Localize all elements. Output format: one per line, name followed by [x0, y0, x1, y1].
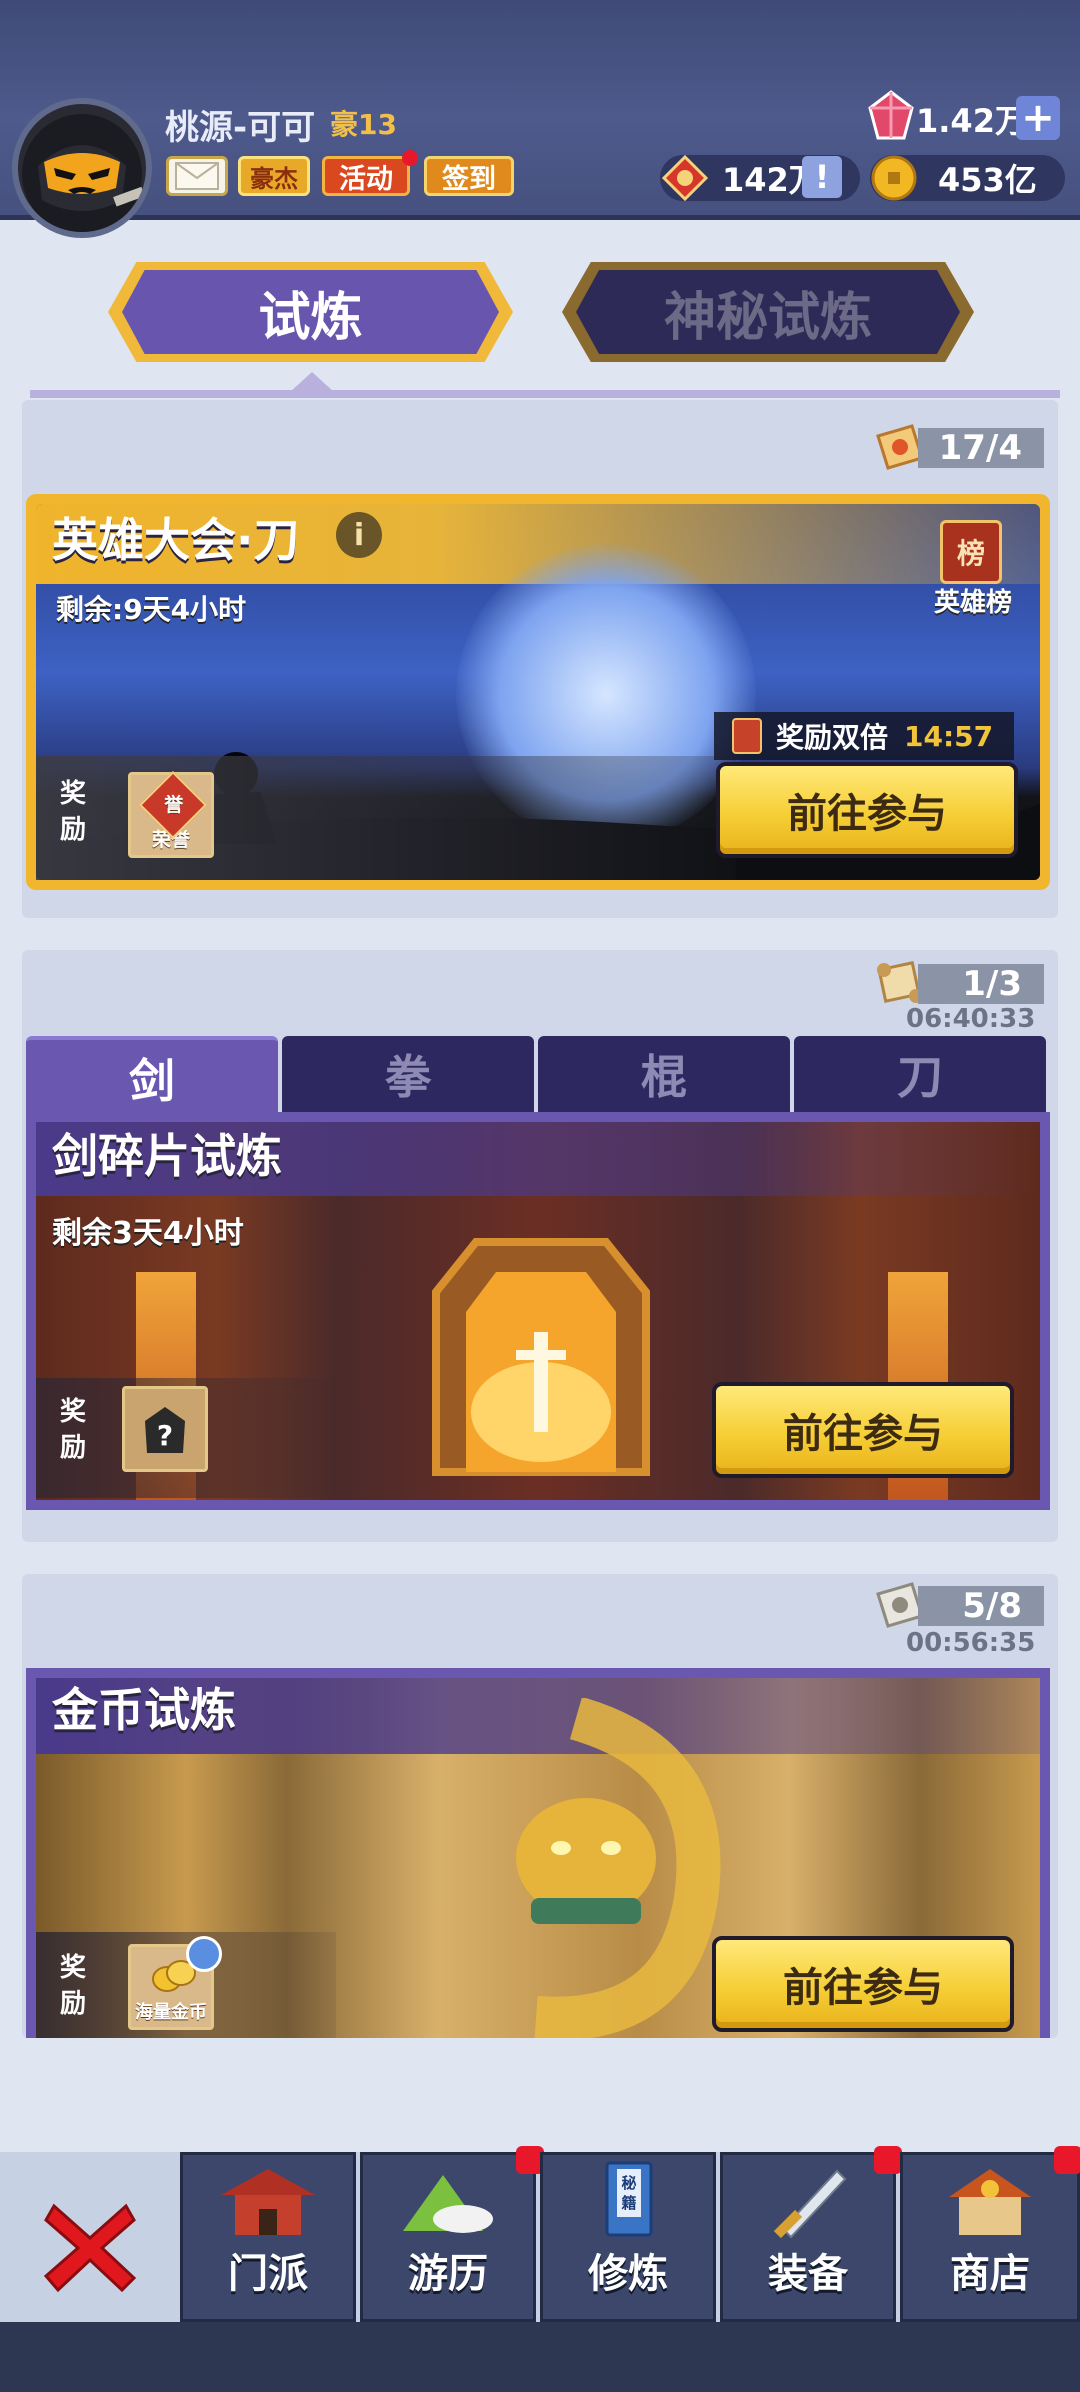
- honor-reward-item[interactable]: 誉 荣誉: [128, 771, 214, 858]
- coin-currency: 453亿: [870, 155, 1065, 201]
- bottom-nav-base: [0, 2322, 1080, 2392]
- info-button[interactable]: i: [336, 512, 382, 558]
- nav-sect[interactable]: 门派: [180, 2152, 356, 2322]
- coin-trial-timer: 00:56:35: [906, 1628, 1036, 1658]
- tab-fist[interactable]: 拳: [282, 1036, 534, 1112]
- mystery-fragment-icon: ?: [145, 1407, 185, 1453]
- honor-item-badge: 誉: [164, 794, 184, 817]
- hero-event-title: 英雄大会·刀: [52, 513, 300, 567]
- hero-button[interactable]: 豪杰: [238, 156, 310, 196]
- mystery-fragment-mark: ?: [157, 1419, 173, 1452]
- vip-level-badge: 豪13: [330, 108, 397, 141]
- nav-travel[interactable]: 游历: [360, 2152, 536, 2322]
- mountain-icon: [403, 2175, 493, 2233]
- double-reward-label: 奖励双倍: [776, 721, 889, 754]
- plus-icon: +: [1021, 95, 1055, 141]
- leaderboard-badge: 榜: [956, 537, 985, 570]
- mail-button[interactable]: [166, 156, 228, 196]
- honor-info-button[interactable]: !: [802, 156, 842, 198]
- fragment-trial-go-button[interactable]: 前往参与: [712, 1382, 1014, 1478]
- leaderboard-label: 英雄榜: [934, 588, 1013, 618]
- tab-underline: [30, 390, 1060, 398]
- nav-equipment-notification-dot: [874, 2146, 902, 2174]
- nav-shop-notification-dot: [1054, 2146, 1080, 2174]
- nav-cultivate-label: 修炼: [588, 2251, 668, 2297]
- hero-event-counter: 17/4: [918, 428, 1044, 468]
- coin-trial-counter-value: 5/8: [962, 1586, 1022, 1626]
- double-reward-timer: 14:57: [904, 719, 994, 753]
- gem-icon: [868, 90, 914, 146]
- active-tab-pointer: [290, 372, 334, 392]
- event-notification-dot: [402, 150, 418, 166]
- tab-blade[interactable]: 刀: [794, 1036, 1046, 1112]
- player-name: 桃源-可可: [165, 108, 316, 148]
- nav-shop-label: 商店: [950, 2251, 1030, 2297]
- honor-token-icon: [662, 155, 708, 201]
- nav-equipment[interactable]: 装备: [720, 2152, 896, 2322]
- nav-shop[interactable]: 商店: [900, 2152, 1080, 2322]
- coin-amount: 453亿: [938, 161, 1037, 199]
- water-drop-badge-icon: [186, 1936, 222, 1972]
- player-avatar[interactable]: [12, 98, 152, 238]
- add-gems-button[interactable]: +: [1016, 96, 1060, 140]
- gem-amount: 1.42万: [916, 102, 1027, 140]
- fragment-trial-counter-value: 1/3: [962, 964, 1022, 1004]
- fragment-trial-remaining: 剩余3天4小时: [52, 1216, 244, 1251]
- coin-reward-name: 海量金币: [135, 2002, 207, 2023]
- fragment-reward-item[interactable]: ?: [122, 1386, 208, 1472]
- golden-dragon: [516, 1698, 721, 2038]
- fragment-trial-counter: 1/3: [918, 964, 1044, 1004]
- hero-event-counter-value: 17/4: [938, 428, 1022, 468]
- double-reward-tag: 奖励双倍 14:57: [714, 712, 1014, 760]
- close-button[interactable]: [40, 2196, 140, 2300]
- envelope-icon: [175, 162, 219, 190]
- leaderboard-button[interactable]: 榜: [940, 520, 1002, 584]
- gold-coin-icon: [871, 155, 917, 201]
- tab-mystery-trial[interactable]: 神秘试炼: [576, 270, 960, 354]
- coin-trial-counter: 5/8: [918, 1586, 1044, 1626]
- book-title-line-2: 籍: [621, 2194, 636, 2212]
- tab-sword[interactable]: 剑: [26, 1036, 278, 1116]
- nav-sect-label: 门派: [228, 2251, 308, 2297]
- sword-altar: [432, 1238, 650, 1476]
- fragment-trial-title: 剑碎片试炼: [52, 1129, 282, 1183]
- hero-event-go-button[interactable]: 前往参与: [716, 762, 1018, 858]
- hero-reward-label: 奖励: [59, 779, 86, 845]
- exclamation-icon: !: [814, 158, 830, 196]
- fragment-trial-timer: 06:40:33: [906, 1004, 1036, 1034]
- ninja-avatar-icon: [22, 114, 145, 232]
- pagoda-icon: [221, 2169, 315, 2235]
- nav-equipment-label: 装备: [768, 2251, 848, 2297]
- double-card-icon: [732, 718, 762, 754]
- tab-trial[interactable]: 试炼: [122, 270, 499, 354]
- book-title-line-1: 秘: [621, 2174, 636, 2192]
- coin-trial-go-button[interactable]: 前往参与: [712, 1936, 1014, 2032]
- coin-trial-title: 金币试炼: [52, 1683, 236, 1737]
- event-button[interactable]: 活动: [322, 156, 410, 196]
- sword-equipment-icon: [773, 2169, 847, 2239]
- coin-reward-label: 奖励: [59, 1953, 86, 2019]
- honor-item-icon: 誉: [139, 771, 207, 839]
- signin-button[interactable]: 签到: [424, 156, 514, 196]
- shop-icon: [949, 2169, 1031, 2235]
- close-x-icon: [43, 2203, 137, 2293]
- info-icon: i: [353, 517, 365, 553]
- nav-cultivate[interactable]: 秘 籍 修炼: [540, 2152, 716, 2322]
- fragment-reward-label: 奖励: [59, 1397, 86, 1463]
- book-icon: 秘 籍: [605, 2161, 653, 2237]
- tab-staff[interactable]: 棍: [538, 1036, 790, 1112]
- hero-event-remaining: 剩余:9天4小时: [56, 593, 247, 626]
- nav-travel-label: 游历: [408, 2251, 488, 2297]
